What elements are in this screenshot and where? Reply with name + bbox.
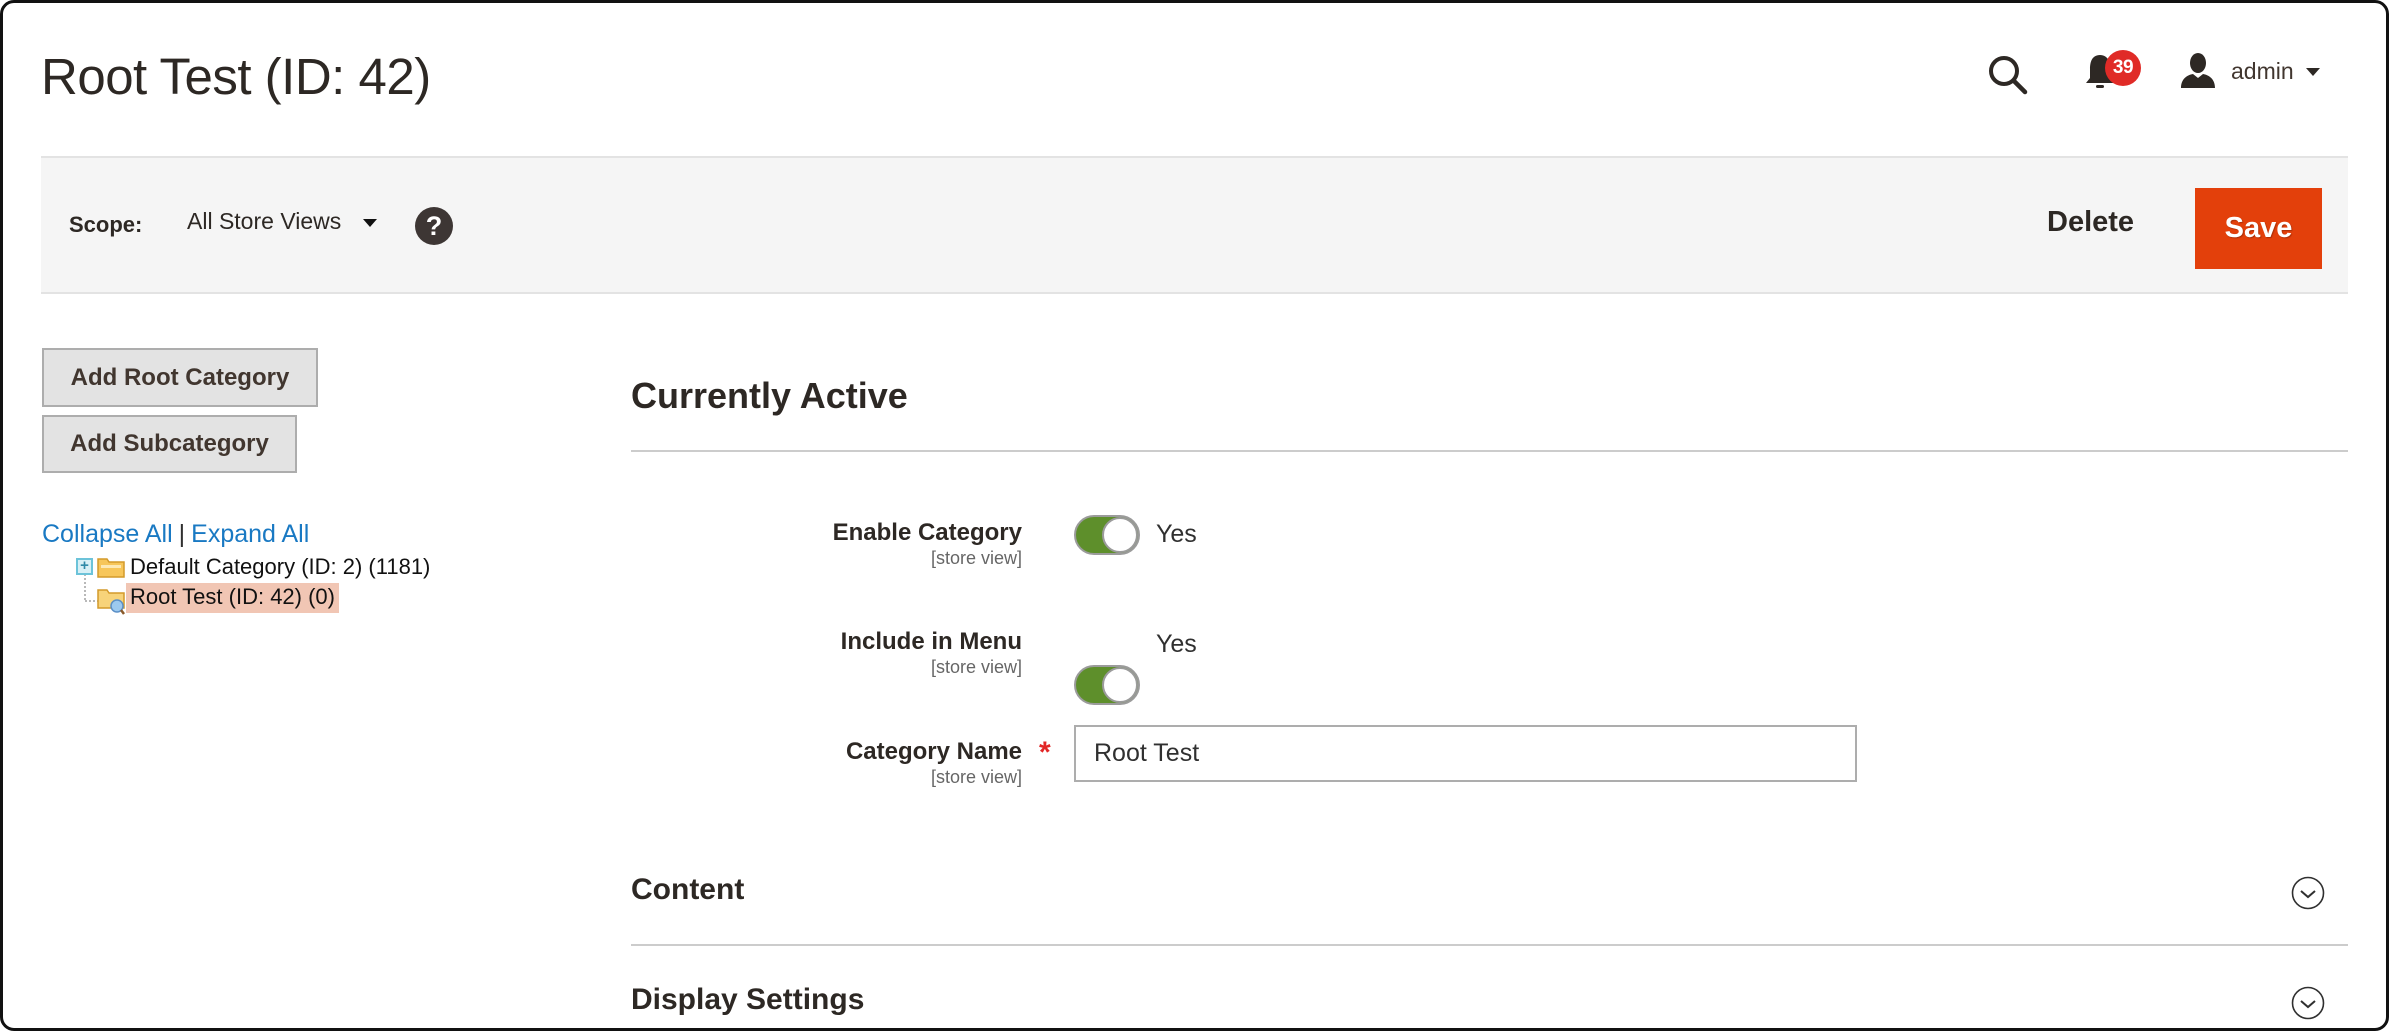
tree-controls: Collapse All | Expand All — [42, 520, 309, 549]
section-title: Currently Active — [631, 375, 908, 416]
content-section-toggle[interactable]: Content — [631, 873, 744, 907]
folder-icon — [97, 558, 125, 578]
user-name: admin — [2231, 57, 2294, 84]
expand-all-link[interactable]: Expand All — [191, 520, 309, 548]
field-scope-text: [store view] — [930, 548, 1022, 568]
scope-selected-value: All Store Views — [187, 208, 342, 234]
folder-search-icon — [97, 589, 125, 615]
field-label-text: Category Name — [845, 738, 1022, 765]
field-label-text: Enable Category — [832, 519, 1022, 546]
include-in-menu-value: Yes — [1156, 630, 1197, 658]
chevron-down-circle-icon[interactable] — [2291, 876, 2325, 910]
collapse-all-link[interactable]: Collapse All — [42, 520, 173, 548]
page-title: Root Test (ID: 42) — [41, 48, 431, 105]
section-divider — [631, 944, 2348, 946]
tree-node-default-category[interactable]: Default Category (ID: 2) (1181) — [130, 554, 430, 580]
enable-category-value: Yes — [1156, 520, 1197, 548]
scope-label: Scope: — [69, 212, 143, 237]
add-subcategory-button[interactable]: Add Subcategory — [42, 415, 297, 473]
field-scope-text: [store view] — [930, 767, 1022, 787]
help-icon[interactable]: ? — [415, 207, 453, 245]
toggle-knob — [1102, 667, 1138, 703]
scope-switcher[interactable]: All Store Views — [187, 208, 378, 235]
user-icon — [2181, 53, 2215, 88]
tree-node-root-test[interactable]: Root Test (ID: 42) (0) — [126, 583, 339, 613]
admin-page: Root Test (ID: 42) 39 admin Scope: All S… — [0, 0, 2389, 1031]
category-name-input[interactable] — [1074, 725, 1857, 782]
section-divider — [631, 450, 2348, 452]
search-icon[interactable] — [1986, 53, 2030, 97]
field-label-text: Include in Menu — [840, 628, 1022, 655]
category-name-label: Category Name [store view] — [622, 738, 1022, 788]
add-root-category-button[interactable]: Add Root Category — [42, 348, 318, 407]
enable-category-label: Enable Category [store view] — [622, 519, 1022, 569]
notification-count-badge: 39 — [2105, 50, 2141, 86]
expand-node-icon[interactable]: + — [76, 558, 93, 575]
chevron-down-circle-icon[interactable] — [2291, 986, 2325, 1020]
notifications-button[interactable]: 39 — [2083, 47, 2147, 95]
required-asterisk: * — [1039, 736, 1051, 769]
chevron-down-icon — [363, 218, 378, 227]
tree-controls-separator: | — [178, 520, 186, 548]
include-in-menu-label: Include in Menu [store view] — [622, 628, 1022, 678]
user-menu[interactable]: admin — [2179, 49, 2320, 93]
save-button[interactable]: Save — [2195, 188, 2322, 269]
page-actions-bar: Scope: All Store Views ? Delete Save — [41, 156, 2348, 294]
delete-button[interactable]: Delete — [2047, 206, 2134, 239]
chevron-down-icon — [2305, 68, 2320, 76]
field-scope-text: [store view] — [930, 657, 1022, 677]
include-in-menu-toggle[interactable] — [1074, 665, 1140, 705]
toggle-knob — [1102, 517, 1138, 553]
enable-category-toggle[interactable] — [1074, 515, 1140, 555]
display-settings-section-toggle[interactable]: Display Settings — [631, 983, 864, 1017]
